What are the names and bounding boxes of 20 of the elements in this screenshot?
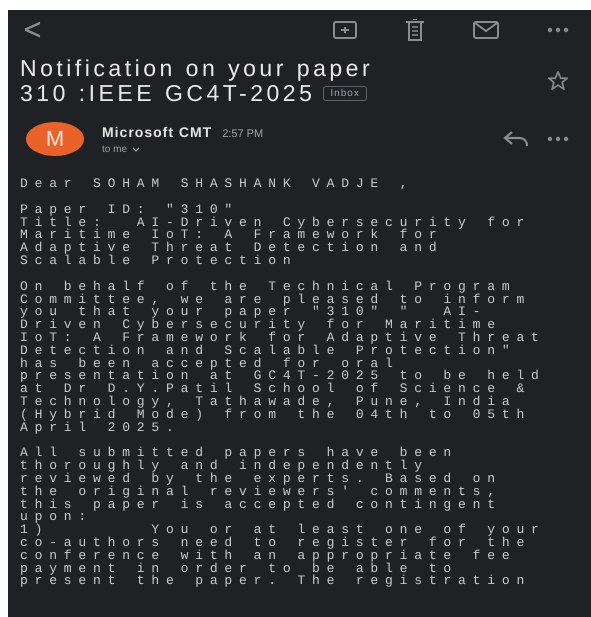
email-paragraph: Dear SOHAM SHASHANK VADJE , <box>20 178 416 191</box>
mail-icon[interactable] <box>473 21 499 39</box>
more-icon[interactable] <box>547 27 569 33</box>
email-paragraph: Paper ID: "310" Title: AI-Driven Cybersecurity for Maritime IoT: A Framework for Adaptive Threat Detection and Scalable Protection <box>20 204 532 268</box>
sent-time: 2:57 PM <box>222 128 264 140</box>
email-subject: 310 :IEEE GC4T-2025 <box>20 81 316 106</box>
archive-icon[interactable] <box>333 21 357 39</box>
trash-icon[interactable] <box>405 19 425 41</box>
back-button[interactable]: < <box>22 15 43 45</box>
recipient-toggle[interactable]: to me <box>102 144 128 154</box>
email-paragraph: On behalf of the Technical Program Committee, we are pleased to inform you that your paper "310" " AI- Driven Cybersecurity for Maritime IoT: A Framework for Adaptive Threat Detection and Scalable Protection" has been accepted for oral presentation at GC4T-2025 to be held at Dr D.Y.Patil School of Science & Technology, Tathawade, Pune, India (Hybrid Mode) from the 04th to 05th April 2025. <box>20 280 547 434</box>
more-icon[interactable] <box>547 136 569 142</box>
inbox-label[interactable]: Inbox <box>323 86 367 101</box>
chevron-down-icon[interactable] <box>132 146 140 152</box>
email-paragraph: All submitted papers have been thoroughly and independently reviewed by the experts. Based on the original reviewers' comments, this paper is accepted contingent upon: 1) You or at least one of your co-authors need to register for the conference with an appropriate fee payment in order to be able to present the paper. The registration <box>20 447 547 588</box>
reply-icon[interactable] <box>503 130 529 148</box>
sender-avatar: M <box>26 122 84 156</box>
sender-name: Microsoft CMT <box>102 124 212 140</box>
email-subject: Notification on your paper <box>20 56 374 81</box>
star-icon[interactable] <box>547 70 569 92</box>
